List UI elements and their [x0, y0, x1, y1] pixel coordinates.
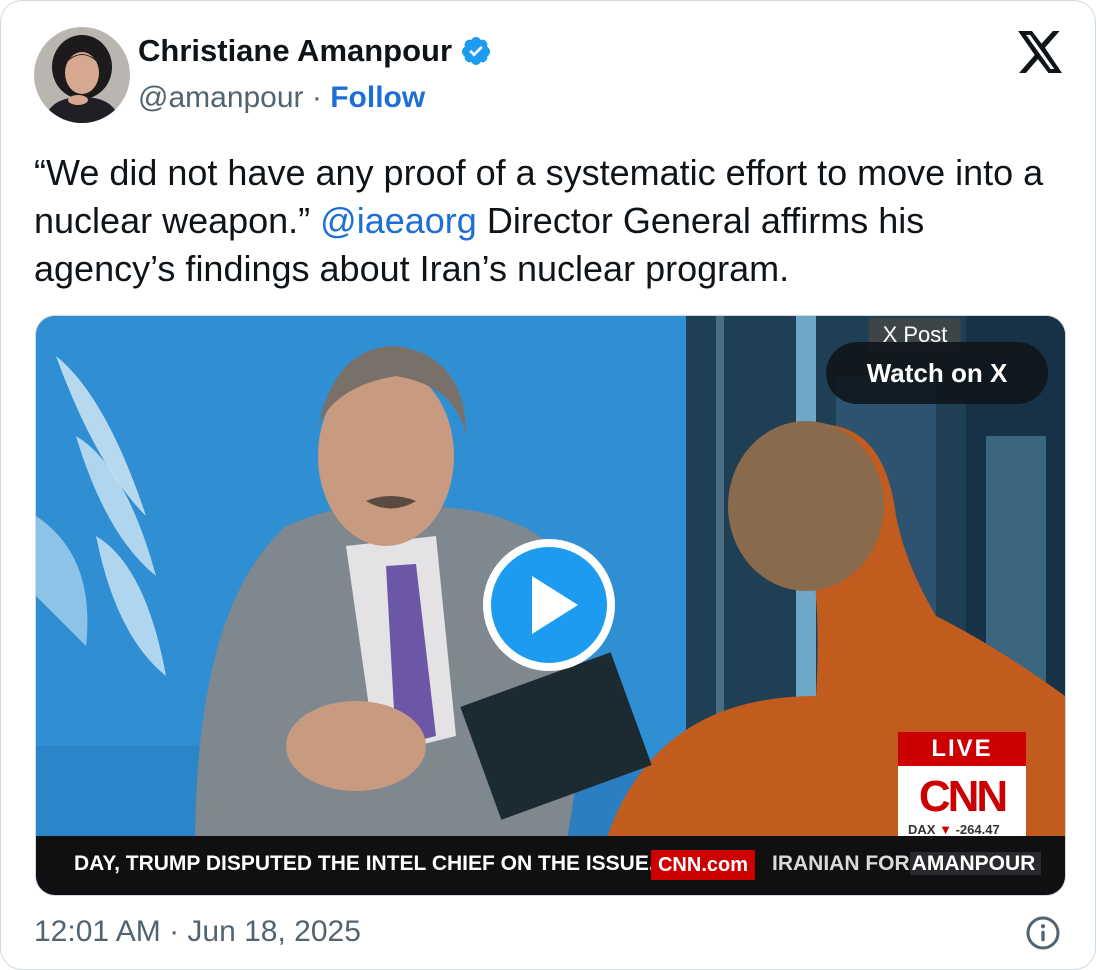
verified-badge-icon: [462, 37, 491, 65]
author-handle-row: @amanpour · Follow: [138, 81, 425, 115]
cnn-logo: CNN: [918, 772, 1008, 821]
tweet-text: “We did not have any proof of a systemat…: [34, 149, 1064, 293]
info-icon[interactable]: [1025, 915, 1061, 951]
author-name[interactable]: Christiane Amanpour: [138, 33, 492, 69]
x-logo-icon[interactable]: [1018, 31, 1064, 73]
down-arrow-icon: ▼: [939, 822, 952, 837]
author-handle[interactable]: @amanpour: [138, 81, 304, 114]
dax-ticker: DAX ▼ -264.47: [908, 822, 1000, 837]
tweet-timestamp[interactable]: 12:01 AM · Jun 18, 2025: [34, 915, 361, 949]
news-ticker: DAY, TRUMP DISPUTED THE INTEL CHIEF ON T…: [36, 836, 1065, 895]
mention-link[interactable]: @iaeaorg: [320, 200, 477, 241]
author-name-label: Christiane Amanpour: [138, 33, 453, 68]
tweet-card: Christiane Amanpour @amanpour · Follow “…: [0, 0, 1096, 970]
play-icon[interactable]: [482, 538, 616, 672]
ticker-site-badge: CNN.com: [651, 850, 755, 880]
live-badge: LIVE: [898, 732, 1026, 766]
dax-value: -264.47: [955, 822, 1000, 837]
author-avatar[interactable]: [34, 27, 130, 123]
ticker-right-bright: AMANPOUR: [909, 852, 1042, 875]
watch-on-x-button[interactable]: Watch on X: [826, 342, 1048, 404]
ticker-text-right: IRANIAN FORAMANPOUR: [772, 852, 1042, 876]
video-player[interactable]: X Post Watch on X LIVE CNN DAX ▼ -264.47…: [35, 315, 1066, 896]
cnn-bug: CNN DAX ▼ -264.47: [898, 766, 1026, 844]
follow-button[interactable]: Follow: [330, 81, 425, 114]
handle-separator: ·: [311, 81, 322, 114]
ticker-text-left: DAY, TRUMP DISPUTED THE INTEL CHIEF ON T…: [74, 852, 655, 875]
dax-label: DAX: [908, 822, 936, 837]
ticker-right-dim: IRANIAN FOR: [772, 852, 910, 875]
